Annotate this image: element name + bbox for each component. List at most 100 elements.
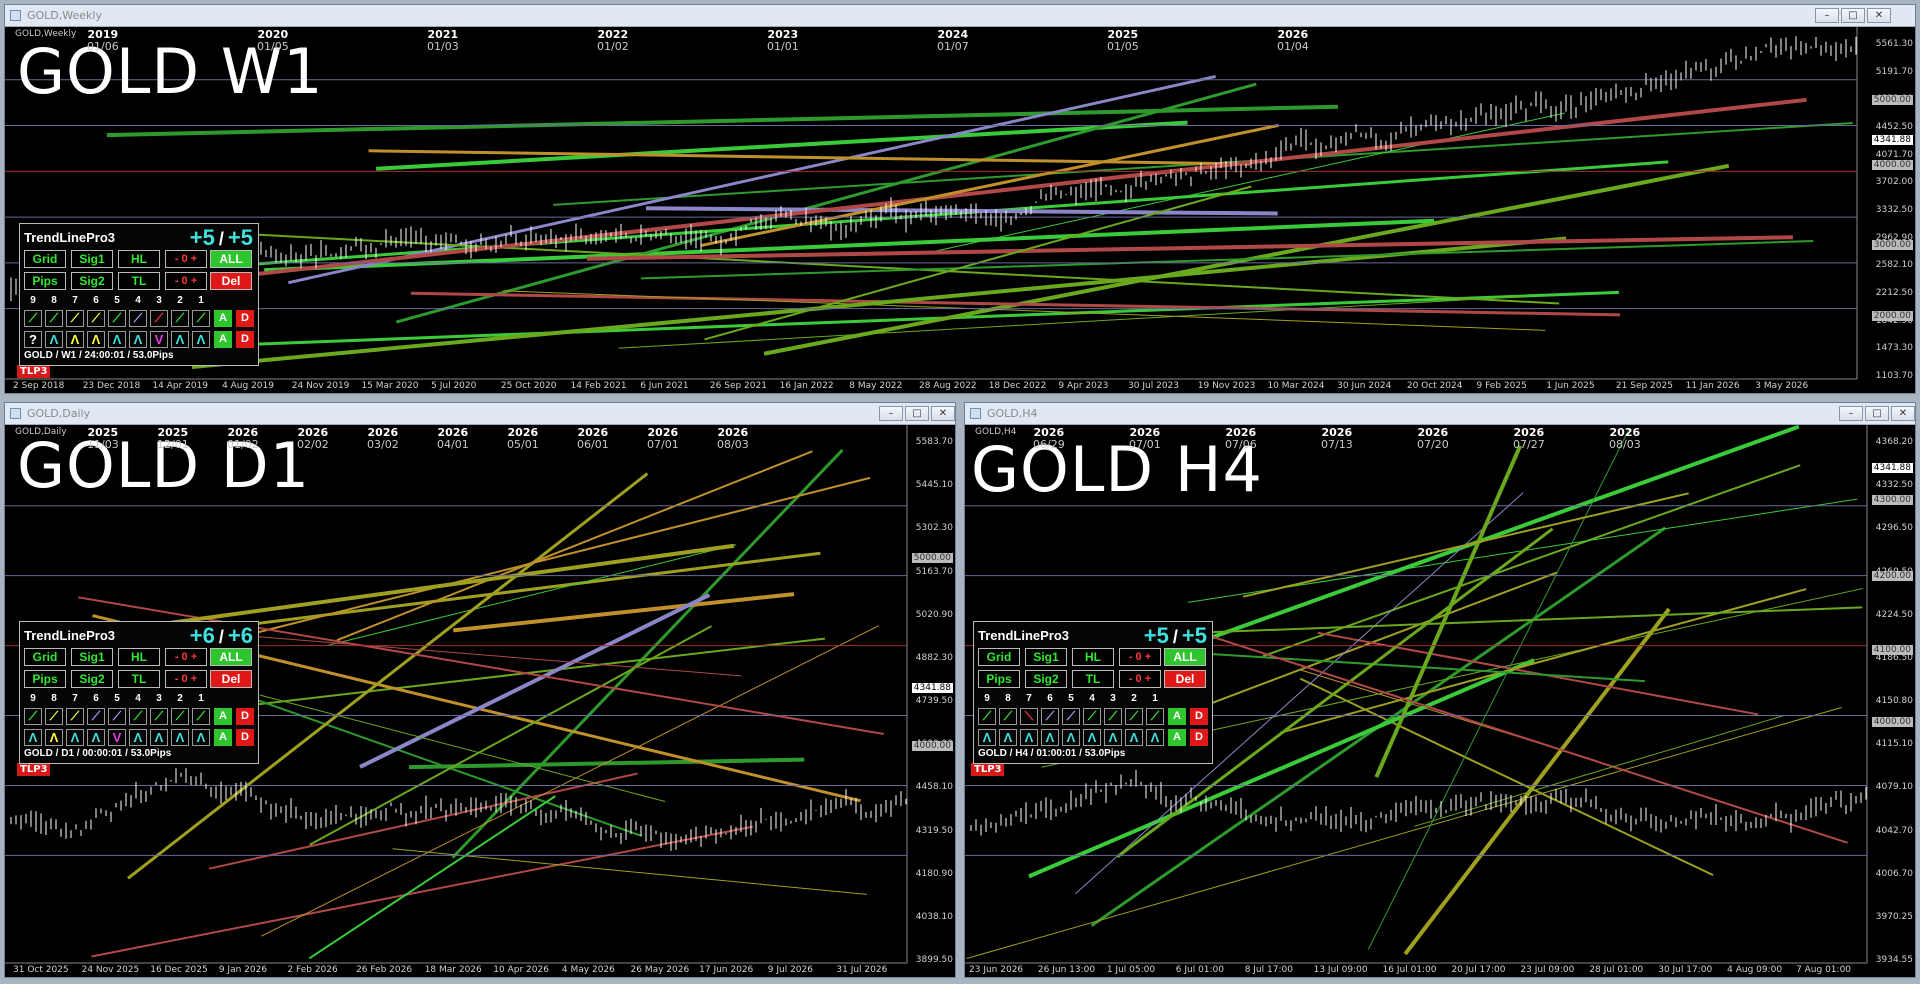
signal-slot-icon[interactable]: Λ — [1020, 729, 1038, 746]
zero-stepper[interactable]: - 0 + — [165, 670, 207, 688]
trendline-slot-icon[interactable]: ⟋ — [66, 708, 84, 725]
minimize-button[interactable]: – — [1815, 8, 1839, 23]
tl-button[interactable]: TL — [1072, 670, 1114, 688]
close-button[interactable]: ✕ — [1891, 406, 1915, 421]
signal-slot-icon[interactable]: Λ — [192, 331, 210, 348]
auto-toggle-button[interactable]: A — [214, 708, 232, 725]
sig1-button[interactable]: Sig1 — [71, 648, 113, 666]
signal-slot-icon[interactable]: V — [150, 331, 168, 348]
trendline-slot-icon[interactable]: ⟋ — [150, 310, 168, 327]
signal-slot-icon[interactable]: Λ — [1041, 729, 1059, 746]
trendline-slot-icon[interactable]: ⟋ — [171, 310, 189, 327]
trendline-slot-icon[interactable]: ⟋ — [999, 708, 1017, 725]
trendline-slot-icon[interactable]: ⟋ — [45, 310, 63, 327]
weekly-chart-area[interactable]: GOLD,Weekly GOLD W1 2019 01/06 2020 01/05 2021… — [5, 27, 1915, 393]
daily-title-bar[interactable]: GOLD,Daily – □ ✕ — [5, 403, 955, 425]
signal-slot-icon[interactable]: Λ — [978, 729, 996, 746]
trendline-slot-icon[interactable]: ⟋ — [108, 708, 126, 725]
del-button[interactable]: Del — [1164, 670, 1206, 688]
tl-button[interactable]: TL — [118, 272, 160, 290]
zero-stepper[interactable]: - 0 + — [165, 272, 207, 290]
hl-button[interactable]: HL — [118, 250, 160, 268]
trendline-slot-icon[interactable]: ⟋ — [87, 310, 105, 327]
del-button[interactable]: Del — [210, 670, 252, 688]
trendline-slot-icon[interactable]: ⟋ — [192, 310, 210, 327]
h4-chart-area[interactable]: GOLD,H4 GOLD H4 2026 06/29 2026 07/01 2026 07/0… — [965, 425, 1915, 977]
h4-title-bar[interactable]: GOLD,H4 – □ ✕ — [965, 403, 1915, 425]
delete-slot-button[interactable]: D — [236, 729, 254, 746]
auto-toggle-button[interactable]: A — [214, 310, 232, 327]
grid-button[interactable]: Grid — [978, 648, 1020, 666]
trendline-slot-icon[interactable]: ⟋ — [24, 708, 42, 725]
sig1-button[interactable]: Sig1 — [1025, 648, 1067, 666]
signal-slot-icon[interactable]: Λ — [1146, 729, 1164, 746]
trendline-slot-icon[interactable]: ⟋ — [45, 708, 63, 725]
maximize-button[interactable]: □ — [1841, 8, 1865, 23]
delete-slot-button[interactable]: D — [1190, 729, 1208, 746]
delete-slot-button[interactable]: D — [1190, 708, 1208, 725]
signal-slot-icon[interactable]: Λ — [87, 331, 105, 348]
trendline-slot-icon[interactable]: ⟋ — [1104, 708, 1122, 725]
close-button[interactable]: ✕ — [931, 406, 955, 421]
hl-button[interactable]: HL — [1072, 648, 1114, 666]
signal-slot-icon[interactable]: Λ — [87, 729, 105, 746]
trendline-slot-icon[interactable]: ⟍ — [1020, 708, 1038, 725]
signal-slot-icon[interactable]: Λ — [999, 729, 1017, 746]
signal-slot-icon[interactable]: Λ — [108, 331, 126, 348]
auto-toggle-button[interactable]: A — [1168, 708, 1186, 725]
minimize-button[interactable]: – — [1839, 406, 1863, 421]
daily-chart-area[interactable]: GOLD,Daily GOLD D1 2025 11/03 2025 12/01 2026 0… — [5, 425, 955, 977]
signal-slot-icon[interactable]: Λ — [1104, 729, 1122, 746]
sig1-button[interactable]: Sig1 — [71, 250, 113, 268]
tlp3-badge[interactable]: TLP3 — [17, 365, 51, 378]
all-button[interactable]: ALL — [210, 250, 252, 268]
trendline-slot-icon[interactable]: ⟋ — [129, 708, 147, 725]
hl-button[interactable]: HL — [118, 648, 160, 666]
trendline-slot-icon[interactable]: ⟋ — [129, 310, 147, 327]
signal-slot-icon[interactable]: Λ — [1125, 729, 1143, 746]
daily-chart-window[interactable]: GOLD,Daily – □ ✕ GOLD,Daily GOLD D1 2025 11… — [4, 402, 956, 978]
h4-chart-window[interactable]: GOLD,H4 – □ ✕ GOLD,H4 GOLD H4 2026 06/29 202… — [964, 402, 1916, 978]
signal-slot-icon[interactable]: Λ — [66, 729, 84, 746]
signal-slot-icon[interactable]: Λ — [24, 729, 42, 746]
signal-slot-icon[interactable]: Λ — [171, 331, 189, 348]
pips-button[interactable]: Pips — [24, 272, 66, 290]
zero-stepper[interactable]: - 0 + — [165, 250, 207, 268]
trendline-slot-icon[interactable]: ⟋ — [1083, 708, 1101, 725]
zero-stepper[interactable]: - 0 + — [165, 648, 207, 666]
auto-toggle-button[interactable]: A — [1168, 729, 1186, 746]
grid-button[interactable]: Grid — [24, 648, 66, 666]
trendline-slot-icon[interactable]: ⟋ — [87, 708, 105, 725]
signal-slot-icon[interactable]: Λ — [150, 729, 168, 746]
pips-button[interactable]: Pips — [978, 670, 1020, 688]
signal-slot-icon[interactable]: ? — [24, 331, 42, 348]
trendline-slot-icon[interactable]: ⟋ — [108, 310, 126, 327]
signal-slot-icon[interactable]: Λ — [192, 729, 210, 746]
all-button[interactable]: ALL — [1164, 648, 1206, 666]
trendline-slot-icon[interactable]: ⟋ — [978, 708, 996, 725]
zero-stepper[interactable]: - 0 + — [1119, 648, 1161, 666]
maximize-button[interactable]: □ — [1865, 406, 1889, 421]
trendline-slot-icon[interactable]: ⟋ — [171, 708, 189, 725]
signal-slot-icon[interactable]: Λ — [66, 331, 84, 348]
sig2-button[interactable]: Sig2 — [71, 670, 113, 688]
minimize-button[interactable]: – — [879, 406, 903, 421]
trendline-slot-icon[interactable]: ⟋ — [1125, 708, 1143, 725]
pips-button[interactable]: Pips — [24, 670, 66, 688]
trendline-slot-icon[interactable]: ⟋ — [24, 310, 42, 327]
signal-slot-icon[interactable]: Λ — [129, 729, 147, 746]
maximize-button[interactable]: □ — [905, 406, 929, 421]
trendline-slot-icon[interactable]: ⟋ — [1146, 708, 1164, 725]
tlp3-badge[interactable]: TLP3 — [17, 763, 51, 776]
signal-slot-icon[interactable]: Λ — [129, 331, 147, 348]
signal-slot-icon[interactable]: Λ — [1083, 729, 1101, 746]
close-button[interactable]: ✕ — [1867, 8, 1891, 23]
weekly-chart-window[interactable]: GOLD,Weekly – □ ✕ GOLD,Weekly GOLD W1 2019… — [4, 4, 1916, 394]
tlp3-badge[interactable]: TLP3 — [971, 763, 1005, 776]
grid-button[interactable]: Grid — [24, 250, 66, 268]
auto-toggle-button[interactable]: A — [214, 729, 232, 746]
signal-slot-icon[interactable]: Λ — [171, 729, 189, 746]
zero-stepper[interactable]: - 0 + — [1119, 670, 1161, 688]
trendline-slot-icon[interactable]: ⟋ — [1062, 708, 1080, 725]
delete-slot-button[interactable]: D — [236, 708, 254, 725]
